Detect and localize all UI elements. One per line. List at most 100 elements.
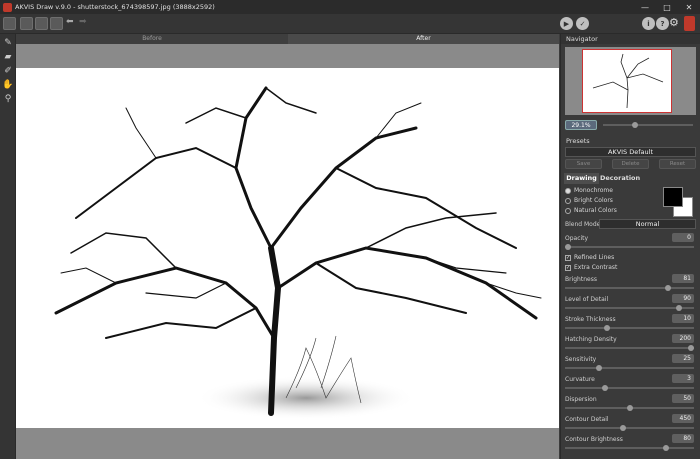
- param-slider-track[interactable]: [565, 307, 694, 309]
- window-title: AKVIS Draw v.9.0 - shutterstock_67439859…: [15, 3, 215, 11]
- param-slider-track[interactable]: [565, 447, 694, 449]
- eraser-tool-icon[interactable]: ▰: [2, 51, 14, 63]
- toolbar: ⬅ ➡ ▶ ✓ i ? ⚙: [0, 14, 700, 34]
- param-slider-knob[interactable]: [688, 345, 694, 351]
- presets-header: Presets: [561, 136, 700, 146]
- zoom-field[interactable]: 29.1%: [565, 120, 597, 130]
- mode-label: Bright Colors: [574, 197, 613, 204]
- blend-mode-select[interactable]: Normal: [599, 219, 696, 229]
- param-value[interactable]: 50: [672, 394, 694, 403]
- zoom-slider-track[interactable]: [603, 124, 693, 126]
- extra-contrast-checkbox[interactable]: ✓ Extra Contrast: [565, 264, 617, 271]
- param-slider-track[interactable]: [565, 287, 694, 289]
- param-slider-knob[interactable]: [601, 385, 608, 391]
- apply-icon[interactable]: ✓: [576, 17, 589, 30]
- tab-before[interactable]: Before: [16, 34, 288, 44]
- checkbox-checked-icon: ✓: [565, 254, 571, 261]
- param-slider-knob[interactable]: [664, 285, 671, 291]
- param-slider-knob[interactable]: [675, 305, 682, 311]
- param-slider-knob[interactable]: [595, 365, 602, 371]
- radio-selected-icon: [565, 187, 571, 194]
- pencil-tool-icon[interactable]: ✎: [2, 37, 14, 49]
- param-value[interactable]: 80: [672, 434, 694, 443]
- preset-select[interactable]: AKVIS Default: [565, 147, 696, 157]
- navigator-viewport[interactable]: [582, 49, 672, 113]
- param-slider-knob[interactable]: [604, 325, 611, 331]
- param-slider-knob[interactable]: [565, 244, 571, 250]
- hand-tool-icon[interactable]: ✋: [2, 79, 14, 91]
- open-image-icon[interactable]: [20, 17, 33, 30]
- settings-panel: Navigator 29.1% Presets AKVIS Default Sa…: [560, 34, 700, 459]
- settings-gear-icon[interactable]: ⚙: [669, 16, 679, 29]
- param-value[interactable]: 450: [672, 414, 694, 423]
- undo-icon[interactable]: ⬅: [66, 17, 74, 27]
- info-icon[interactable]: i: [642, 17, 655, 30]
- batch-icon[interactable]: [50, 17, 63, 30]
- param-value[interactable]: 3: [672, 374, 694, 383]
- param-slider-track[interactable]: [565, 367, 694, 369]
- run-icon[interactable]: ▶: [560, 17, 573, 30]
- save-preset-button[interactable]: Save: [565, 159, 602, 169]
- param-label: Curvature: [565, 376, 595, 383]
- redo-icon[interactable]: ➡: [79, 17, 87, 27]
- mode-bright-colors[interactable]: Bright Colors: [565, 197, 613, 204]
- radio-icon: [565, 207, 571, 214]
- blend-mode-label: Blend Mode: [565, 221, 601, 228]
- refined-lines-checkbox[interactable]: ✓ Refined Lines: [565, 254, 614, 261]
- param-label: Contour Brightness: [565, 436, 623, 443]
- param-label: Brightness: [565, 276, 597, 283]
- window-controls: — □ ✕: [634, 0, 700, 14]
- tab-drawing[interactable]: Drawing: [564, 173, 599, 184]
- param-slider-track[interactable]: [565, 246, 694, 248]
- param-value[interactable]: 25: [672, 354, 694, 363]
- param-label: Sensitivity: [565, 356, 597, 363]
- brush-tool-icon[interactable]: ✐: [2, 65, 14, 77]
- app-logo-icon: [3, 2, 12, 12]
- checkbox-label: Extra Contrast: [574, 264, 618, 271]
- param-slider-track[interactable]: [565, 387, 694, 389]
- checkbox-label: Refined Lines: [574, 254, 615, 261]
- home-icon[interactable]: [3, 17, 16, 30]
- param-slider-track[interactable]: [565, 427, 694, 429]
- tab-decoration[interactable]: Decoration: [600, 173, 640, 184]
- close-button[interactable]: ✕: [678, 0, 700, 14]
- param-slider-track[interactable]: [565, 347, 694, 349]
- title-bar: AKVIS Draw v.9.0 - shutterstock_67439859…: [0, 0, 700, 14]
- param-label: Stroke Thickness: [565, 316, 616, 323]
- param-label: Dispersion: [565, 396, 597, 403]
- param-slider-knob[interactable]: [663, 445, 670, 451]
- zoom-slider-knob[interactable]: [632, 122, 638, 128]
- help-icon[interactable]: ?: [656, 17, 669, 30]
- save-image-icon[interactable]: [35, 17, 48, 30]
- param-label: Hatching Density: [565, 336, 617, 343]
- param-value[interactable]: 10: [672, 314, 694, 323]
- tools-bar: ✎ ▰ ✐ ✋ ⚲: [0, 34, 16, 459]
- navigator-header: Navigator: [561, 34, 700, 44]
- mode-monochrome[interactable]: Monochrome: [565, 187, 613, 194]
- stroke-color-swatch[interactable]: [663, 187, 683, 207]
- view-tabs: Before After: [16, 34, 559, 44]
- mode-label: Natural Colors: [574, 207, 617, 214]
- mode-natural-colors[interactable]: Natural Colors: [565, 207, 617, 214]
- sketch-image: [16, 68, 559, 428]
- param-slider-knob[interactable]: [626, 405, 633, 411]
- image-canvas[interactable]: [16, 44, 559, 459]
- param-label: Level of Detail: [565, 296, 609, 303]
- param-value[interactable]: 81: [672, 274, 694, 283]
- notifications-icon[interactable]: [684, 16, 695, 31]
- param-slider-knob[interactable]: [620, 425, 627, 431]
- minimize-button[interactable]: —: [634, 0, 656, 14]
- delete-preset-button[interactable]: Delete: [612, 159, 649, 169]
- navigator-preview[interactable]: [565, 47, 696, 115]
- maximize-button[interactable]: □: [656, 0, 678, 14]
- param-value[interactable]: 200: [672, 334, 694, 343]
- param-label: Contour Detail: [565, 416, 609, 423]
- param-value[interactable]: 90: [672, 294, 694, 303]
- zoom-tool-icon[interactable]: ⚲: [2, 93, 14, 105]
- param-value[interactable]: 0: [672, 233, 694, 242]
- navigator-tree-thumb: [592, 53, 664, 109]
- mode-label: Monochrome: [574, 187, 613, 194]
- tab-after[interactable]: After: [288, 34, 559, 44]
- param-slider-track[interactable]: [565, 327, 694, 329]
- reset-preset-button[interactable]: Reset: [659, 159, 696, 169]
